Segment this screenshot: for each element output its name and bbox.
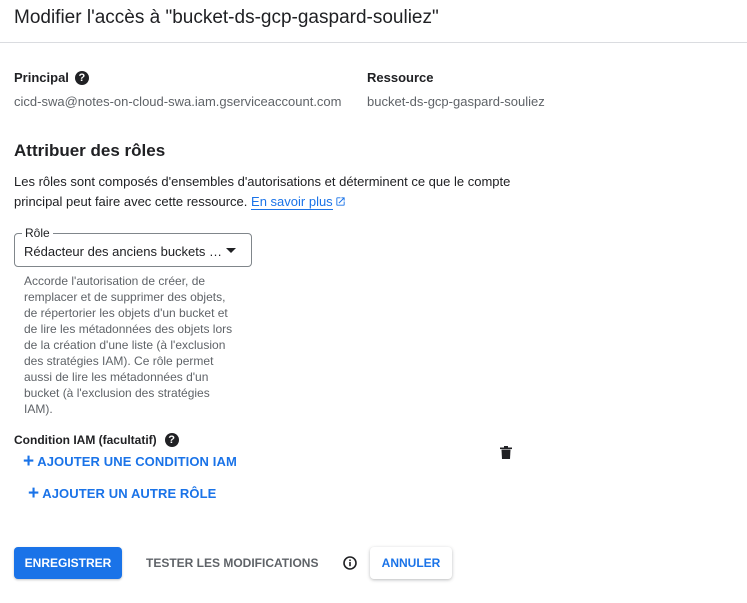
role-label: Rôle <box>22 226 53 240</box>
condition-label: Condition IAM (facultatif) <box>14 433 157 447</box>
principal-value: cicd-swa@notes-on-cloud-swa.iam.gservice… <box>14 94 342 109</box>
trash-icon[interactable] <box>500 446 512 459</box>
plus-icon: + <box>23 450 35 472</box>
roles-section-title: Attribuer des rôles <box>14 141 166 160</box>
help-icon[interactable]: ? <box>164 433 179 447</box>
dialog-header: Modifier l'accès à "bucket-ds-gcp-gaspar… <box>0 0 747 43</box>
resource-label: Ressource <box>367 70 434 85</box>
condition-label-group: Condition IAM (facultatif) ? <box>14 433 179 447</box>
help-icon[interactable]: ? <box>74 70 89 85</box>
test-changes-button[interactable]: TESTER LES MODIFICATIONS <box>146 547 318 579</box>
add-iam-condition-label: AJOUTER UNE CONDITION IAM <box>37 454 237 469</box>
info-icon[interactable] <box>343 556 357 570</box>
principal-label: Principal <box>14 70 69 85</box>
learn-more-link[interactable]: En savoir plus <box>251 194 333 210</box>
roles-description: Les rôles sont composés d'ensembles d'au… <box>14 172 534 212</box>
role-description: Accorde l'autorisation de créer, de remp… <box>24 274 233 416</box>
add-iam-condition-button[interactable]: + AJOUTER UNE CONDITION IAM <box>23 450 237 472</box>
add-another-role-label: AJOUTER UN AUTRE RÔLE <box>42 486 217 501</box>
dialog-title: Modifier l'accès à "bucket-ds-gcp-gaspar… <box>14 7 439 28</box>
external-link-icon <box>336 197 345 206</box>
role-select[interactable]: Rôle Rédacteur des anciens buckets de St… <box>14 226 252 267</box>
resource-value: bucket-ds-gcp-gaspard-souliez <box>367 94 545 109</box>
edit-access-dialog: Modifier l'accès à "bucket-ds-gcp-gaspar… <box>0 0 747 603</box>
plus-icon: + <box>28 482 40 504</box>
dropdown-caret-icon <box>226 248 236 253</box>
learn-more-label: En savoir plus <box>251 194 333 209</box>
role-selected-value: Rédacteur des anciens buckets de Storage <box>24 244 224 259</box>
add-another-role-button[interactable]: + AJOUTER UN AUTRE RÔLE <box>28 482 217 504</box>
save-button[interactable]: ENREGISTRER <box>14 547 122 579</box>
cancel-button[interactable]: ANNULER <box>370 547 452 579</box>
principal-label-group: Principal ? <box>14 70 89 85</box>
